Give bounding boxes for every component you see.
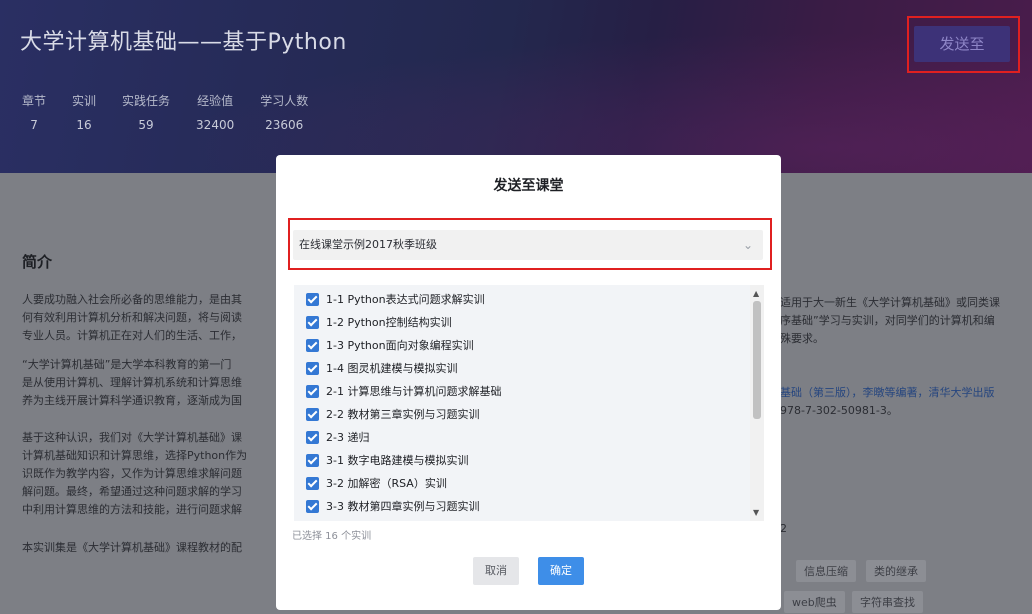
list-item[interactable]: 2-3 递归 xyxy=(306,427,369,447)
stat-label: 实践任务 xyxy=(122,94,171,108)
checkbox-checked[interactable] xyxy=(306,292,319,306)
list-item[interactable]: 2-1 计算思维与计算机问题求解基础 xyxy=(306,381,501,401)
list-item-label: 1-3 Python面向对象编程实训 xyxy=(326,339,474,352)
audience-text-line: 适用于大一新生《大学计算机基础》或同类课 xyxy=(780,296,1000,309)
list-item[interactable]: 1-2 Python控制结构实训 xyxy=(306,312,452,332)
list-item-label: 2-3 递归 xyxy=(326,431,370,444)
list-item-label: 2-1 计算思维与计算机问题求解基础 xyxy=(326,385,502,398)
intro-text-line: 养为主线开展计算科学通识教育，逐渐成为国 xyxy=(22,394,242,407)
list-item[interactable]: 1-1 Python表达式问题求解实训 xyxy=(306,289,485,309)
list-item[interactable]: 3-3 教材第四章实例与习题实训 xyxy=(306,496,479,516)
stat-learners: 学习人数 23606 xyxy=(260,92,308,132)
checkbox-checked[interactable] xyxy=(306,476,319,490)
class-select[interactable]: 在线课堂示例2017秋季班级 ⌄ xyxy=(293,230,763,260)
intro-text-line: 何有效利用计算机分析和解决问题，将与阅读 xyxy=(22,311,242,324)
chevron-down-icon: ⌄ xyxy=(742,238,753,252)
stray-text: 2 xyxy=(780,522,787,535)
intro-text-line: 识既作为教学内容，又作为计算思维求解问题 xyxy=(22,467,242,480)
intro-text-line: 人要成功融入社会所必备的思维能力，是由其 xyxy=(22,293,242,306)
intro-text-line: 中利用计算思维的方法和技能，进行问题求解 xyxy=(22,503,242,516)
stat-labs: 实训 16 xyxy=(72,92,96,132)
stat-value: 32400 xyxy=(196,118,235,132)
audience-text-line: 殊要求。 xyxy=(780,332,824,345)
tag-item[interactable]: 信息压缩 xyxy=(796,560,856,582)
checkbox-checked[interactable] xyxy=(306,384,319,398)
intro-text-line: 专业人员。计算机正在对人们的生活、工作， xyxy=(22,329,242,342)
stat-label: 实训 xyxy=(72,94,97,108)
stat-chapters: 章节 7 xyxy=(22,92,46,132)
intro-text-line: “大学计算机基础”是大学本科教育的第一门 xyxy=(22,358,232,371)
course-stats: 章节 7 实训 16 实践任务 59 经验值 32400 学习人数 23606 xyxy=(22,92,308,132)
stat-tasks: 实践任务 59 xyxy=(122,92,170,132)
stat-label: 章节 xyxy=(22,94,47,108)
intro-heading: 简介 xyxy=(22,253,53,271)
list-item[interactable]: 1-4 图灵机建模与模拟实训 xyxy=(306,358,457,378)
audience-text-line: 序基础”学习与实训，对同学们的计算机和编 xyxy=(780,314,995,327)
scroll-down-icon[interactable]: ▼ xyxy=(753,508,759,517)
cancel-button[interactable]: 取消 xyxy=(473,557,519,585)
class-select-value: 在线课堂示例2017秋季班级 xyxy=(299,238,437,251)
send-to-class-dialog: 发送至课堂 在线课堂示例2017秋季班级 ⌄ 1-1 Python表达式问题求解… xyxy=(276,155,781,610)
intro-text-line: 本实训集是《大学计算机基础》课程教材的配 xyxy=(22,541,242,554)
list-item[interactable]: 3-2 加解密（RSA）实训 xyxy=(306,473,447,493)
list-item-label: 1-1 Python表达式问题求解实训 xyxy=(326,293,485,306)
list-item[interactable]: 2-2 教材第三章实例与习题实训 xyxy=(306,404,479,424)
stat-value: 16 xyxy=(76,118,92,132)
checkbox-checked[interactable] xyxy=(306,361,319,375)
stat-value: 7 xyxy=(30,118,38,132)
checkbox-checked[interactable] xyxy=(306,315,319,329)
intro-text-line: 基于这种认识，我们对《大学计算机基础》课 xyxy=(22,431,242,444)
checkbox-checked[interactable] xyxy=(306,430,319,444)
tag-item[interactable]: web爬虫 xyxy=(784,591,845,613)
confirm-button[interactable]: 确定 xyxy=(538,557,584,585)
checkbox-checked[interactable] xyxy=(306,338,319,352)
intro-text-line: 解问题。最终，希望通过这种问题求解的学习 xyxy=(22,485,242,498)
list-item-label: 3-3 教材第四章实例与习题实训 xyxy=(326,500,480,513)
stat-label: 学习人数 xyxy=(260,94,309,108)
book-link[interactable]: 基础（第三版），李暾等编著，清华大学出版 xyxy=(780,383,995,403)
intro-text-line: 是从使用计算机、理解计算机系统和计算思维 xyxy=(22,376,242,389)
scroll-up-icon[interactable]: ▲ xyxy=(753,289,759,298)
list-scrollbar[interactable]: ▲ ▼ xyxy=(750,285,764,521)
list-item-label: 1-4 图灵机建模与模拟实训 xyxy=(326,362,458,375)
lab-list: 1-1 Python表达式问题求解实训 1-2 Python控制结构实训 1-3… xyxy=(294,285,764,521)
scrollbar-thumb[interactable] xyxy=(753,301,761,419)
send-to-button[interactable]: 发送至 xyxy=(914,26,1010,62)
list-item-label: 3-2 加解密（RSA）实训 xyxy=(326,477,447,490)
stat-label: 经验值 xyxy=(197,94,234,108)
list-item-label: 1-2 Python控制结构实训 xyxy=(326,316,452,329)
intro-text-line: 计算机基础知识和计算思维，选择Python作为 xyxy=(22,449,248,462)
checkbox-checked[interactable] xyxy=(306,499,319,513)
list-item-label: 2-2 教材第三章实例与习题实训 xyxy=(326,408,480,421)
list-item[interactable]: 1-3 Python面向对象编程实训 xyxy=(306,335,474,355)
tag-item[interactable]: 类的继承 xyxy=(866,560,926,582)
book-isbn: 978-7-302-50981-3。 xyxy=(780,404,898,417)
stat-value: 59 xyxy=(138,118,154,132)
stat-exp: 经验值 32400 xyxy=(196,92,234,132)
list-item-label: 3-1 数字电路建模与模拟实训 xyxy=(326,454,469,467)
checkbox-checked[interactable] xyxy=(306,453,319,467)
dialog-title: 发送至课堂 xyxy=(493,178,564,194)
selected-count: 已选择 16 个实训 xyxy=(292,531,372,542)
checkbox-checked[interactable] xyxy=(306,407,319,421)
tag-item[interactable]: 字符串查找 xyxy=(852,591,923,613)
list-item[interactable]: 3-1 数字电路建模与模拟实训 xyxy=(306,450,468,470)
course-title: 大学计算机基础——基于Python xyxy=(20,30,347,55)
stat-value: 23606 xyxy=(265,118,304,132)
